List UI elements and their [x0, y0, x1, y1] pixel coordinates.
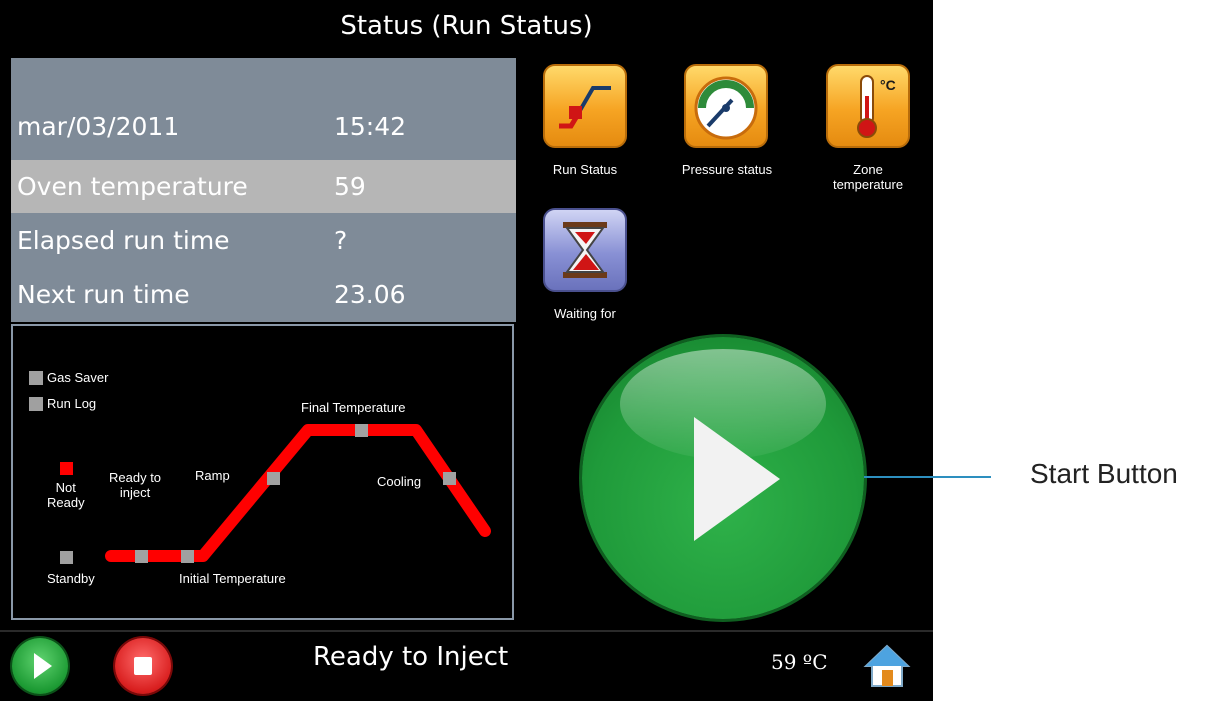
initial-temperature-marker — [181, 550, 194, 563]
home-button[interactable] — [863, 642, 911, 690]
standby-marker — [60, 551, 73, 564]
zone-temperature-icon[interactable]: °C — [826, 64, 910, 148]
stop-icon — [134, 657, 152, 675]
not-ready-label: Not Ready — [47, 480, 85, 510]
temperature-readout: 59 ºC — [771, 650, 828, 674]
ramp-marker — [267, 472, 280, 485]
row-value: 59 — [334, 172, 366, 201]
thermometer-graphic: °C — [857, 75, 896, 138]
datetime-row: mar/03/2011 15:42 — [11, 100, 516, 153]
hourglass-graphic — [563, 222, 607, 278]
pressure-status-caption: Pressure status — [681, 162, 773, 177]
standby-label: Standby — [47, 571, 95, 586]
play-icon — [34, 653, 52, 679]
legend-label: Run Log — [47, 396, 97, 411]
run-button[interactable] — [12, 638, 68, 694]
stop-button[interactable] — [115, 638, 171, 694]
row-value: 23.06 — [334, 280, 406, 309]
bottom-status-bar: Ready to Inject 59 ºC — [0, 630, 933, 701]
waiting-for-icon[interactable] — [543, 208, 627, 292]
start-button-callout-label: Start Button — [1030, 458, 1178, 489]
row-label: Oven temperature — [17, 172, 248, 201]
ready-to-inject-label: Ready to inject — [109, 470, 162, 500]
start-button-callout-line — [864, 476, 991, 478]
pressure-status-icon[interactable] — [684, 64, 768, 148]
row-label: Elapsed run time — [17, 226, 230, 255]
run-status-caption: Run Status — [552, 162, 618, 177]
instrument-screen: Status (Run Status) mar/03/2011 15:42 Ov… — [0, 0, 933, 701]
waiting-for-caption: Waiting for — [554, 306, 616, 321]
zone-temperature-caption: Zone temperature — [832, 162, 904, 192]
run-state-diagram: Gas Saver Run Log Final Temperature Ramp… — [11, 324, 514, 620]
cooling-marker — [443, 472, 456, 485]
legend-run-log[interactable]: Run Log — [29, 396, 96, 411]
not-ready-marker — [60, 462, 73, 475]
home-icon — [863, 644, 911, 687]
elapsed-run-time-row[interactable]: Elapsed run time ? — [11, 214, 516, 267]
cooling-label: Cooling — [377, 474, 422, 489]
time-value: 15:42 — [334, 112, 407, 141]
temperature-profile-line — [105, 424, 491, 562]
final-temperature-marker — [355, 424, 368, 437]
svg-text:°C: °C — [880, 77, 896, 93]
next-run-time-row[interactable]: Next run time 23.06 — [11, 268, 516, 321]
run-log-swatch — [29, 396, 43, 411]
run-status-graphic — [559, 86, 611, 129]
status-text: Ready to Inject — [313, 642, 509, 672]
initial-temperature-label: Initial Temperature — [179, 571, 286, 586]
run-info-panel: mar/03/2011 15:42 Oven temperature 59 El… — [11, 58, 516, 322]
ramp-label: Ramp — [195, 468, 230, 483]
gas-saver-swatch — [29, 370, 43, 385]
row-value: ? — [334, 226, 348, 255]
oven-temperature-row[interactable]: Oven temperature 59 — [11, 160, 516, 213]
run-status-icon[interactable] — [543, 64, 627, 148]
play-icon — [694, 417, 780, 541]
start-button[interactable] — [582, 337, 864, 619]
date-value: mar/03/2011 — [17, 112, 180, 141]
row-label: Next run time — [17, 280, 190, 309]
pressure-gauge-graphic — [694, 76, 758, 140]
legend-label: Gas Saver — [47, 370, 109, 385]
page-title: Status (Run Status) — [340, 11, 593, 41]
final-temperature-label: Final Temperature — [301, 400, 406, 415]
legend-gas-saver[interactable]: Gas Saver — [29, 370, 108, 385]
ready-marker — [135, 550, 148, 563]
